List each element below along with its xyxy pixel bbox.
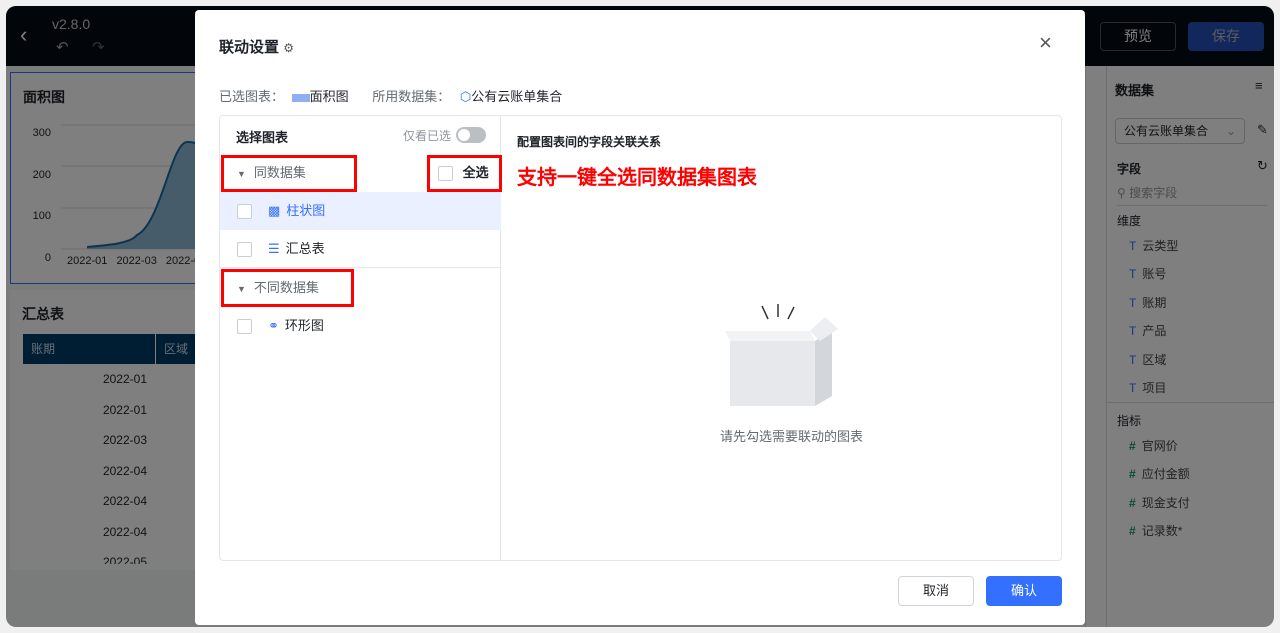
- relation-pane-title: 配置图表间的字段关联关系: [517, 135, 662, 149]
- annotation-box: [427, 155, 502, 192]
- annotation-box: [221, 155, 357, 192]
- pane-title: 选择图表: [236, 130, 289, 145]
- chart-select-pane: 选择图表 仅看已选 ▼ 同数据集 全选 ▩ 柱状图 ☰ 汇总表 ▼ 不同数据集 ⚭ 环形图: [220, 116, 502, 560]
- cancel-button[interactable]: 取消: [898, 576, 974, 606]
- donut-chart-icon: ⚭: [268, 318, 279, 333]
- selection-summary: 已选图表： 面积图 所用数据集： ⬡公有云账单集合: [219, 86, 562, 105]
- settings-icon: ⚙: [283, 41, 294, 55]
- dialog-title-text: 联动设置: [219, 39, 280, 56]
- annotation-box: [221, 269, 354, 307]
- chart-item-table[interactable]: ☰ 汇总表: [220, 230, 501, 268]
- selected-chart-value: 面积图: [309, 89, 349, 104]
- checkbox[interactable]: [237, 242, 252, 258]
- only-selected-toggle[interactable]: [456, 127, 486, 143]
- chart-item-label: 环形图: [284, 318, 324, 333]
- annotation-text: 支持一键全选同数据集图表: [517, 167, 757, 189]
- dialog-body: 选择图表 仅看已选 ▼ 同数据集 全选 ▩ 柱状图 ☰ 汇总表 ▼ 不同数据集 ⚭ 环形图…: [219, 115, 1062, 561]
- dataset-cube-icon: ⬡: [459, 89, 472, 104]
- empty-state-text: 请先勾选需要联动的图表: [719, 429, 863, 444]
- checkbox[interactable]: [237, 204, 252, 220]
- dataset-label: 所用数据集：: [372, 89, 451, 104]
- chart-item-label: 汇总表: [285, 241, 325, 256]
- bar-chart-icon: ▩: [268, 203, 281, 218]
- checkbox[interactable]: [237, 319, 252, 335]
- chart-item-label: 柱状图: [286, 203, 326, 218]
- empty-box-icon: [725, 304, 838, 406]
- selected-chart-label: 已选图表：: [219, 89, 285, 104]
- chart-item-bar[interactable]: ▩ 柱状图: [220, 192, 501, 230]
- dataset-value: 公有云账单集合: [471, 89, 563, 104]
- table-icon: ☰: [268, 241, 280, 256]
- only-selected-label: 仅看已选: [403, 129, 452, 143]
- chart-item-donut[interactable]: ⚭ 环形图: [220, 307, 501, 345]
- linkage-settings-dialog: 联动设置 ⚙ × 已选图表： 面积图 所用数据集： ⬡公有云账单集合 选择图表 …: [195, 10, 1085, 625]
- close-icon[interactable]: ×: [1039, 30, 1052, 56]
- dialog-title: 联动设置 ⚙: [219, 36, 294, 57]
- confirm-button[interactable]: 确认: [986, 576, 1062, 606]
- area-chart-icon: [291, 93, 310, 102]
